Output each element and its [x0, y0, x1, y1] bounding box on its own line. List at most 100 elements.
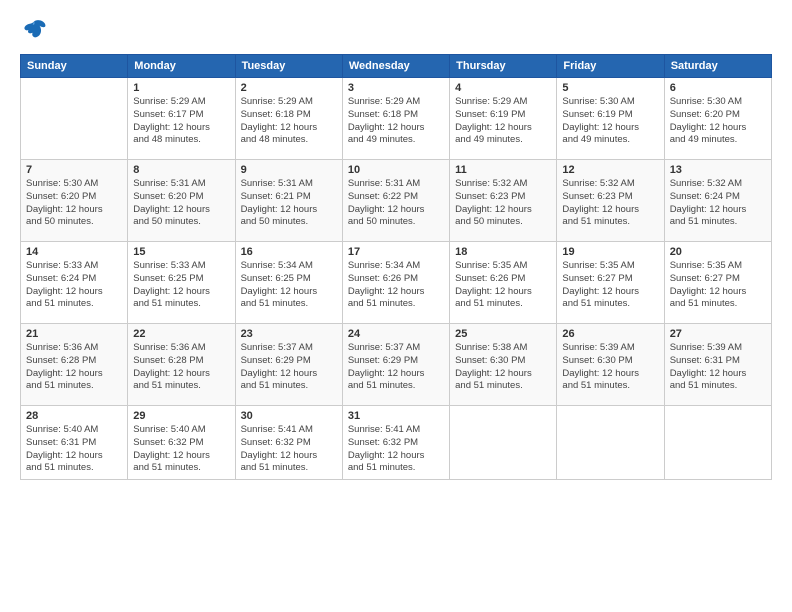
day-number: 30 — [241, 410, 337, 422]
day-number: 8 — [133, 164, 229, 176]
day-info: Sunrise: 5:38 AM Sunset: 6:30 PM Dayligh… — [455, 342, 551, 393]
weekday-header-friday: Friday — [557, 55, 664, 78]
day-info: Sunrise: 5:32 AM Sunset: 6:24 PM Dayligh… — [670, 178, 766, 229]
weekday-header-saturday: Saturday — [664, 55, 771, 78]
day-info: Sunrise: 5:31 AM Sunset: 6:21 PM Dayligh… — [241, 178, 337, 229]
day-info: Sunrise: 5:30 AM Sunset: 6:20 PM Dayligh… — [26, 178, 122, 229]
day-info: Sunrise: 5:31 AM Sunset: 6:20 PM Dayligh… — [133, 178, 229, 229]
day-number: 1 — [133, 82, 229, 94]
calendar-week-3: 14 Sunrise: 5:33 AM Sunset: 6:24 PM Dayli… — [21, 242, 772, 324]
weekday-header-thursday: Thursday — [450, 55, 557, 78]
day-number: 31 — [348, 410, 444, 422]
day-number: 24 — [348, 328, 444, 340]
day-info: Sunrise: 5:34 AM Sunset: 6:25 PM Dayligh… — [241, 260, 337, 311]
day-info: Sunrise: 5:35 AM Sunset: 6:27 PM Dayligh… — [562, 260, 658, 311]
calendar-cell: 26 Sunrise: 5:39 AM Sunset: 6:30 PM Dayli… — [557, 324, 664, 406]
calendar-cell — [557, 406, 664, 480]
day-info: Sunrise: 5:30 AM Sunset: 6:19 PM Dayligh… — [562, 96, 658, 147]
calendar-cell: 5 Sunrise: 5:30 AM Sunset: 6:19 PM Daylig… — [557, 78, 664, 160]
weekday-header-wednesday: Wednesday — [342, 55, 449, 78]
calendar-week-5: 28 Sunrise: 5:40 AM Sunset: 6:31 PM Dayli… — [21, 406, 772, 480]
day-info: Sunrise: 5:33 AM Sunset: 6:24 PM Dayligh… — [26, 260, 122, 311]
day-number: 10 — [348, 164, 444, 176]
day-number: 14 — [26, 246, 122, 258]
day-number: 9 — [241, 164, 337, 176]
day-info: Sunrise: 5:32 AM Sunset: 6:23 PM Dayligh… — [562, 178, 658, 229]
day-info: Sunrise: 5:35 AM Sunset: 6:27 PM Dayligh… — [670, 260, 766, 311]
day-number: 25 — [455, 328, 551, 340]
calendar-cell: 16 Sunrise: 5:34 AM Sunset: 6:25 PM Dayli… — [235, 242, 342, 324]
day-number: 28 — [26, 410, 122, 422]
day-number: 5 — [562, 82, 658, 94]
calendar-cell: 18 Sunrise: 5:35 AM Sunset: 6:26 PM Dayli… — [450, 242, 557, 324]
day-info: Sunrise: 5:37 AM Sunset: 6:29 PM Dayligh… — [241, 342, 337, 393]
calendar-cell: 25 Sunrise: 5:38 AM Sunset: 6:30 PM Dayli… — [450, 324, 557, 406]
weekday-header-tuesday: Tuesday — [235, 55, 342, 78]
calendar-cell: 24 Sunrise: 5:37 AM Sunset: 6:29 PM Dayli… — [342, 324, 449, 406]
calendar-cell: 11 Sunrise: 5:32 AM Sunset: 6:23 PM Dayli… — [450, 160, 557, 242]
day-number: 29 — [133, 410, 229, 422]
day-info: Sunrise: 5:29 AM Sunset: 6:18 PM Dayligh… — [241, 96, 337, 147]
calendar-cell: 8 Sunrise: 5:31 AM Sunset: 6:20 PM Daylig… — [128, 160, 235, 242]
day-number: 19 — [562, 246, 658, 258]
calendar-cell: 23 Sunrise: 5:37 AM Sunset: 6:29 PM Dayli… — [235, 324, 342, 406]
day-number: 21 — [26, 328, 122, 340]
day-number: 23 — [241, 328, 337, 340]
day-number: 11 — [455, 164, 551, 176]
day-info: Sunrise: 5:40 AM Sunset: 6:31 PM Dayligh… — [26, 424, 122, 475]
calendar-cell: 12Sunrise: 5:32 AM Sunset: 6:23 PM Dayli… — [557, 160, 664, 242]
calendar-cell: 19 Sunrise: 5:35 AM Sunset: 6:27 PM Dayli… — [557, 242, 664, 324]
day-number: 17 — [348, 246, 444, 258]
calendar-week-4: 21 Sunrise: 5:36 AM Sunset: 6:28 PM Dayli… — [21, 324, 772, 406]
day-info: Sunrise: 5:41 AM Sunset: 6:32 PM Dayligh… — [348, 424, 444, 475]
day-info: Sunrise: 5:34 AM Sunset: 6:26 PM Dayligh… — [348, 260, 444, 311]
day-number: 26 — [562, 328, 658, 340]
calendar-cell: 4Sunrise: 5:29 AM Sunset: 6:19 PM Daylig… — [450, 78, 557, 160]
day-number: 2 — [241, 82, 337, 94]
calendar-cell: 3 Sunrise: 5:29 AM Sunset: 6:18 PM Daylig… — [342, 78, 449, 160]
calendar-table: SundayMondayTuesdayWednesdayThursdayFrid… — [20, 54, 772, 480]
day-number: 18 — [455, 246, 551, 258]
calendar-cell: 27Sunrise: 5:39 AM Sunset: 6:31 PM Dayli… — [664, 324, 771, 406]
calendar-cell: 28 Sunrise: 5:40 AM Sunset: 6:31 PM Dayli… — [21, 406, 128, 480]
day-info: Sunrise: 5:33 AM Sunset: 6:25 PM Dayligh… — [133, 260, 229, 311]
calendar-cell: 17 Sunrise: 5:34 AM Sunset: 6:26 PM Dayli… — [342, 242, 449, 324]
day-info: Sunrise: 5:39 AM Sunset: 6:31 PM Dayligh… — [670, 342, 766, 393]
weekday-header-sunday: Sunday — [21, 55, 128, 78]
day-info: Sunrise: 5:40 AM Sunset: 6:32 PM Dayligh… — [133, 424, 229, 475]
day-info: Sunrise: 5:36 AM Sunset: 6:28 PM Dayligh… — [26, 342, 122, 393]
day-info: Sunrise: 5:37 AM Sunset: 6:29 PM Dayligh… — [348, 342, 444, 393]
day-info: Sunrise: 5:29 AM Sunset: 6:19 PM Dayligh… — [455, 96, 551, 147]
day-info: Sunrise: 5:36 AM Sunset: 6:28 PM Dayligh… — [133, 342, 229, 393]
calendar-cell: 7 Sunrise: 5:30 AM Sunset: 6:20 PM Daylig… — [21, 160, 128, 242]
calendar-cell — [450, 406, 557, 480]
calendar-cell: 29 Sunrise: 5:40 AM Sunset: 6:32 PM Dayli… — [128, 406, 235, 480]
day-number: 7 — [26, 164, 122, 176]
calendar-cell: 10 Sunrise: 5:31 AM Sunset: 6:22 PM Dayli… — [342, 160, 449, 242]
calendar-cell: 1Sunrise: 5:29 AM Sunset: 6:17 PM Daylig… — [128, 78, 235, 160]
day-number: 16 — [241, 246, 337, 258]
day-info: Sunrise: 5:32 AM Sunset: 6:23 PM Dayligh… — [455, 178, 551, 229]
calendar-cell: 13Sunrise: 5:32 AM Sunset: 6:24 PM Dayli… — [664, 160, 771, 242]
day-info: Sunrise: 5:31 AM Sunset: 6:22 PM Dayligh… — [348, 178, 444, 229]
day-number: 6 — [670, 82, 766, 94]
calendar-cell: 6 Sunrise: 5:30 AM Sunset: 6:20 PM Daylig… — [664, 78, 771, 160]
day-number: 15 — [133, 246, 229, 258]
calendar-cell: 14 Sunrise: 5:33 AM Sunset: 6:24 PM Dayli… — [21, 242, 128, 324]
calendar-cell: 20 Sunrise: 5:35 AM Sunset: 6:27 PM Dayli… — [664, 242, 771, 324]
calendar-week-2: 7 Sunrise: 5:30 AM Sunset: 6:20 PM Daylig… — [21, 160, 772, 242]
calendar-cell: 22 Sunrise: 5:36 AM Sunset: 6:28 PM Dayli… — [128, 324, 235, 406]
day-number: 22 — [133, 328, 229, 340]
page: SundayMondayTuesdayWednesdayThursdayFrid… — [0, 0, 792, 612]
day-info: Sunrise: 5:30 AM Sunset: 6:20 PM Dayligh… — [670, 96, 766, 147]
calendar-cell: 21 Sunrise: 5:36 AM Sunset: 6:28 PM Dayli… — [21, 324, 128, 406]
day-number: 20 — [670, 246, 766, 258]
day-info: Sunrise: 5:29 AM Sunset: 6:18 PM Dayligh… — [348, 96, 444, 147]
calendar-cell — [664, 406, 771, 480]
day-info: Sunrise: 5:35 AM Sunset: 6:26 PM Dayligh… — [455, 260, 551, 311]
day-number: 3 — [348, 82, 444, 94]
day-info: Sunrise: 5:39 AM Sunset: 6:30 PM Dayligh… — [562, 342, 658, 393]
calendar-cell — [21, 78, 128, 160]
calendar-week-1: 1Sunrise: 5:29 AM Sunset: 6:17 PM Daylig… — [21, 78, 772, 160]
calendar-cell: 2 Sunrise: 5:29 AM Sunset: 6:18 PM Daylig… — [235, 78, 342, 160]
